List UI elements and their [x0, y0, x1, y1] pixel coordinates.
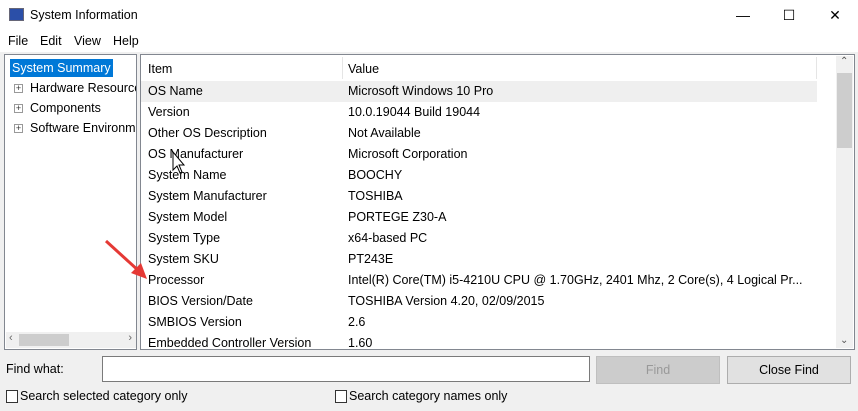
- mouse-cursor-icon: [172, 150, 186, 174]
- annotation-arrow-icon: [104, 150, 186, 279]
